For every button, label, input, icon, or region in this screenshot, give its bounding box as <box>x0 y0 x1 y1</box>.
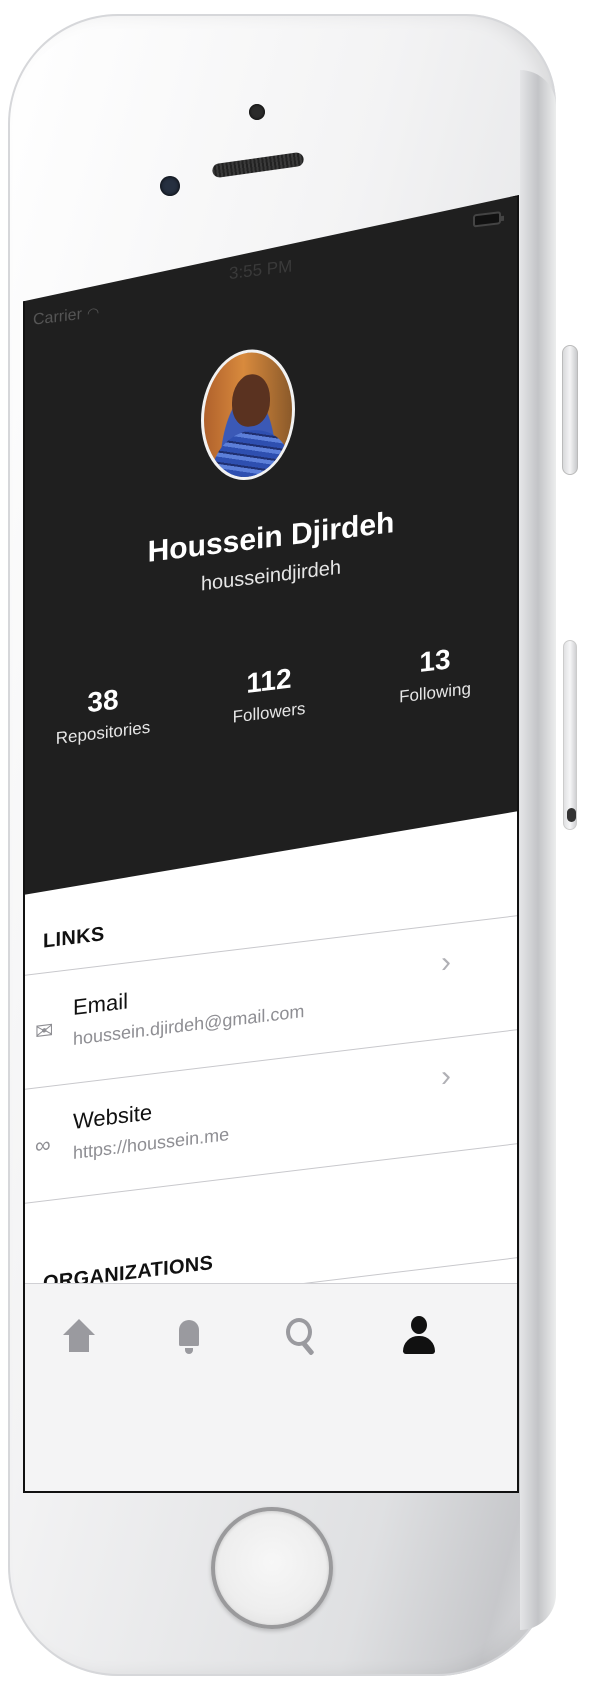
screen: Carrier ◠ 3:55 PM Houssein Djirdeh houss… <box>23 195 519 1493</box>
mail-icon: ✉ <box>35 1017 54 1045</box>
chevron-right-icon: › <box>441 1059 451 1094</box>
person-icon <box>403 1316 435 1356</box>
front-camera <box>249 104 265 120</box>
bell-icon <box>175 1316 203 1356</box>
row-title: Email <box>73 988 129 1020</box>
tab-notifications[interactable] <box>149 1306 229 1366</box>
links-section-header: LINKS <box>43 923 105 953</box>
side-button <box>562 345 578 475</box>
side-sensor <box>567 808 576 822</box>
home-icon <box>63 1319 95 1353</box>
chevron-right-icon: › <box>441 945 451 980</box>
proximity-sensor <box>160 176 180 196</box>
wifi-icon: ◠ <box>87 303 100 322</box>
side-button-lower <box>563 640 577 830</box>
tab-home[interactable] <box>39 1306 119 1366</box>
tab-bar <box>23 1283 519 1493</box>
avatar-face <box>232 372 270 429</box>
tab-profile[interactable] <box>379 1306 459 1366</box>
tab-search[interactable] <box>261 1306 341 1366</box>
phone-side-rim <box>520 70 556 1630</box>
search-icon <box>284 1316 318 1356</box>
link-icon: ∞ <box>35 1131 51 1159</box>
home-button[interactable] <box>211 1507 333 1629</box>
row-title: Website <box>73 1099 153 1134</box>
